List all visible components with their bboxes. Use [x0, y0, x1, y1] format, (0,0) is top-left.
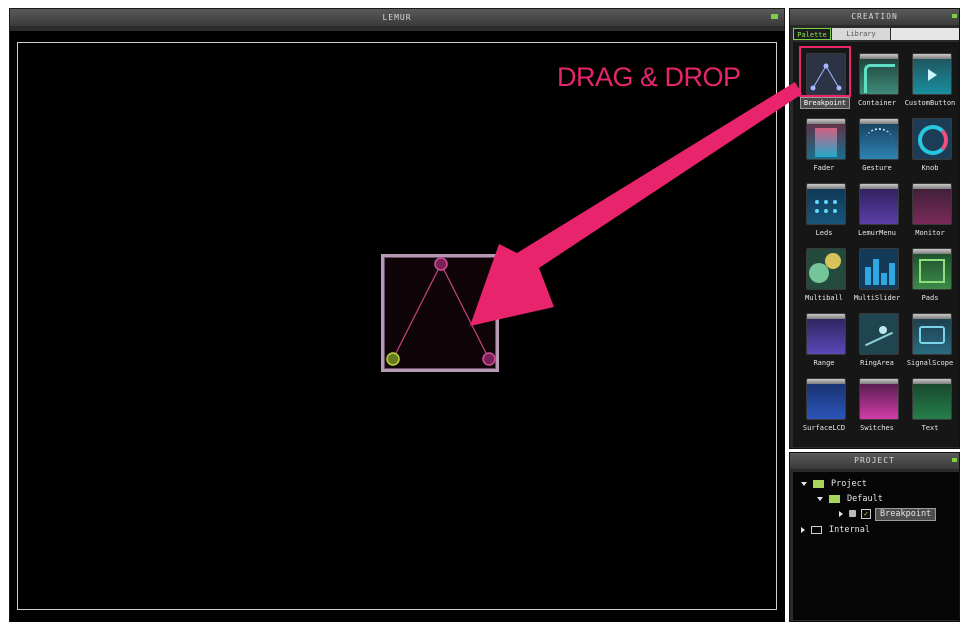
- tree-node-internal[interactable]: Internal: [801, 524, 870, 536]
- palette-item-label: LemurMenu: [858, 229, 896, 237]
- palette-item-label: Monitor: [915, 229, 945, 237]
- lemur-panel-minimize-button[interactable]: [771, 14, 778, 19]
- palette-item-fader[interactable]: Fader: [796, 112, 852, 174]
- tab-palette[interactable]: Palette: [793, 28, 831, 40]
- palette-item-lemurmenu[interactable]: LemurMenu: [849, 177, 905, 239]
- lemur-menu-icon: [859, 183, 899, 225]
- palette-item-text[interactable]: Text: [902, 372, 958, 434]
- custom-button-icon: [912, 53, 952, 95]
- creation-tabs: Palette Library: [793, 28, 959, 40]
- palette-item-range[interactable]: Range: [796, 307, 852, 369]
- breakpoint-handle-top: [434, 257, 448, 271]
- tab-strip-empty: [891, 28, 959, 40]
- palette-item-container[interactable]: Container: [849, 47, 905, 109]
- multiball-icon: [806, 248, 846, 290]
- drag-and-drop-annotation: DRAG & DROP: [557, 62, 741, 92]
- palette-item-label: Knob: [921, 164, 939, 172]
- ringarea-icon: [859, 313, 899, 355]
- palette-grid: Breakpoint Container CustomButton Fader …: [793, 42, 959, 447]
- palette-item-monitor[interactable]: Monitor: [902, 177, 958, 239]
- palette-item-label: Text: [921, 424, 939, 432]
- creation-panel-minimize-button[interactable]: [952, 14, 957, 18]
- tree-node-breakpoint[interactable]: ✓ Breakpoint: [839, 508, 937, 521]
- palette-item-signalscope[interactable]: SignalScope: [902, 307, 958, 369]
- lemur-panel-title: LEMUR: [10, 9, 784, 26]
- palette-item-label: Pads: [921, 294, 939, 302]
- palette-item-label: Multiball: [805, 294, 843, 302]
- monitor-icon: [912, 183, 952, 225]
- palette-item-ringarea[interactable]: RingArea: [849, 307, 905, 369]
- project-panel: PROJECT Project Default ✓ Breakpoint Inte…: [789, 452, 960, 622]
- palette-item-label: Breakpoint: [800, 97, 850, 109]
- project-panel-minimize-button[interactable]: [952, 458, 957, 462]
- visibility-checkbox[interactable]: ✓: [861, 508, 871, 519]
- palette-item-surfacelcd[interactable]: SurfaceLCD: [796, 372, 852, 434]
- tree-label: Internal: [829, 525, 870, 535]
- folder-icon: [829, 494, 840, 503]
- palette-item-multislider[interactable]: MultiSlider: [849, 242, 905, 304]
- collapse-arrow-icon[interactable]: [839, 510, 843, 517]
- palette-item-label: Leds: [815, 229, 833, 237]
- palette-item-label: SignalScope: [906, 359, 954, 367]
- pads-icon: [912, 248, 952, 290]
- palette-item-leds[interactable]: Leds: [796, 177, 852, 239]
- palette-item-pads[interactable]: Pads: [902, 242, 958, 304]
- creation-panel-title: CREATION: [790, 9, 959, 25]
- breakpoint-graph: [386, 257, 496, 366]
- palette-item-label: Switches: [860, 424, 894, 432]
- palette-item-label: Gesture: [862, 164, 892, 172]
- palette-item-knob[interactable]: Knob: [902, 112, 958, 174]
- breakpoint-handle-left: [386, 352, 400, 366]
- leds-icon: [806, 183, 846, 225]
- signalscope-icon: [912, 313, 952, 355]
- tree-label: Default: [847, 494, 883, 504]
- breakpoint-handle-right: [482, 352, 496, 366]
- project-tree: Project Default ✓ Breakpoint Internal: [793, 472, 959, 620]
- knob-icon: [912, 118, 952, 160]
- palette-item-label: RingArea: [860, 359, 894, 367]
- project-panel-title: PROJECT: [790, 453, 959, 469]
- object-icon: [849, 510, 856, 517]
- palette-item-gesture[interactable]: Gesture: [849, 112, 905, 174]
- palette-item-label: Fader: [813, 164, 835, 172]
- palette-item-label: MultiSlider: [853, 294, 901, 302]
- expand-arrow-icon[interactable]: [801, 481, 807, 486]
- surfacelcd-icon: [806, 378, 846, 420]
- expand-arrow-icon[interactable]: [817, 496, 823, 501]
- palette-item-switches[interactable]: Switches: [849, 372, 905, 434]
- folder-icon: [811, 525, 822, 534]
- gesture-icon: [859, 118, 899, 160]
- tree-node-default[interactable]: Default: [817, 493, 883, 505]
- palette-item-label: Range: [813, 359, 835, 367]
- breakpoint-object[interactable]: [381, 254, 499, 372]
- tree-node-project[interactable]: Project: [801, 478, 867, 490]
- tree-label: Project: [831, 479, 867, 489]
- palette-item-custombutton[interactable]: CustomButton: [902, 47, 958, 109]
- breakpoint-highlight-frame: [799, 46, 851, 97]
- palette-item-label: CustomButton: [904, 99, 956, 107]
- tree-label-selected: Breakpoint: [875, 508, 937, 521]
- fader-icon: [806, 118, 846, 160]
- range-icon: [806, 313, 846, 355]
- tab-library[interactable]: Library: [832, 28, 890, 40]
- folder-icon: [813, 479, 824, 488]
- palette-item-label: SurfaceLCD: [802, 424, 846, 432]
- palette-item-label: Container: [858, 99, 896, 107]
- palette-item-multiball[interactable]: Multiball: [796, 242, 852, 304]
- container-icon: [859, 53, 899, 95]
- switches-icon: [859, 378, 899, 420]
- text-icon: [912, 378, 952, 420]
- multislider-icon: [859, 248, 899, 290]
- collapse-arrow-icon[interactable]: [801, 526, 805, 533]
